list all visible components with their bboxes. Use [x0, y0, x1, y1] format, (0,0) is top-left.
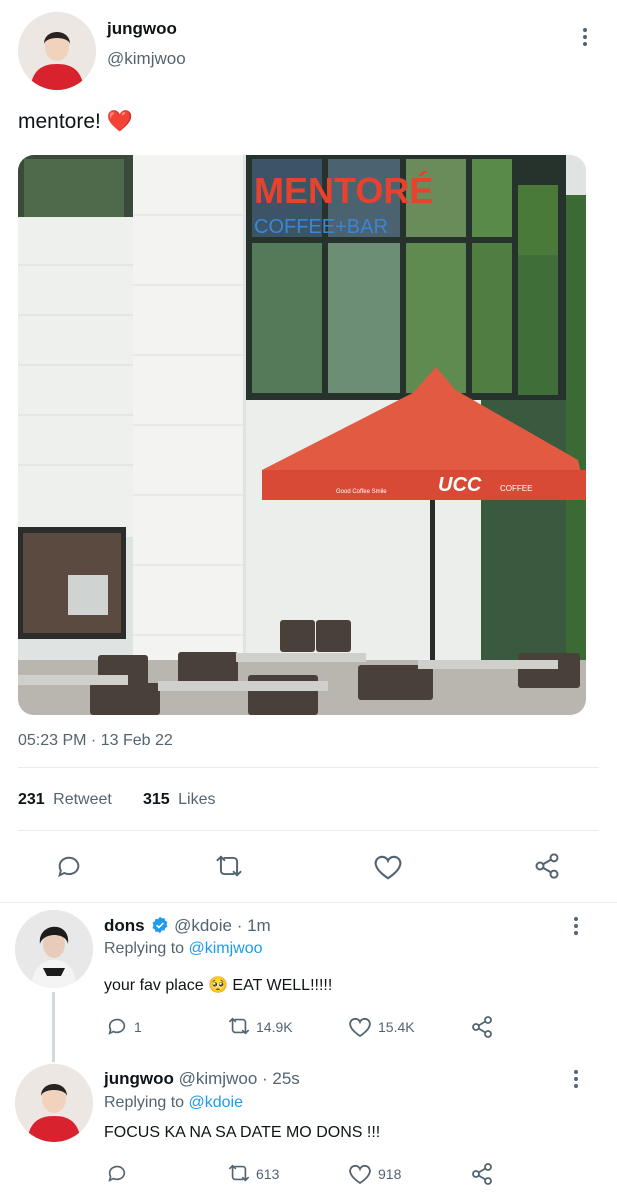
reply-2-replying-to[interactable]: @kdoie: [189, 1094, 244, 1111]
retweet-icon[interactable]: [214, 852, 244, 880]
reply-1-replying-to[interactable]: @kimjwoo: [189, 940, 263, 957]
reply-1-reply-icon[interactable]: [106, 1015, 128, 1037]
reply-1-name[interactable]: dons: [104, 916, 145, 935]
reply-2-header: jungwoo @kimjwoo · 25s: [104, 1069, 300, 1089]
svg-text:COFFEE: COFFEE: [500, 484, 532, 493]
tweet-text-body: mentore!: [18, 110, 101, 133]
like-icon[interactable]: [373, 853, 403, 881]
author-handle[interactable]: @kimjwoo: [107, 49, 186, 69]
retweets-count: 231: [18, 791, 45, 808]
reply-2-retweet-count: 613: [256, 1166, 280, 1182]
reply-2-handle[interactable]: @kimjwoo: [179, 1069, 258, 1088]
likes-count: 315: [143, 791, 170, 808]
retweets-label: Retweet: [53, 791, 112, 808]
reply-1-like-icon[interactable]: [348, 1016, 372, 1038]
reply-1-retweet-icon[interactable]: [227, 1015, 251, 1037]
reply-1-time: · 1m: [236, 916, 271, 935]
reply-2-replying: Replying to @kdoie: [104, 1094, 243, 1112]
storefront-sign: MENTORÉ: [254, 170, 433, 211]
reply-1-replying: Replying to @kimjwoo: [104, 940, 263, 958]
reply-2-avatar[interactable]: [15, 1064, 93, 1142]
reply-1-more-icon[interactable]: [574, 917, 578, 935]
storefront-subsign: COFFEE+BAR: [254, 216, 388, 238]
heart-emoji: ❤️: [106, 110, 133, 133]
tweet-text: mentore! ❤️: [18, 110, 133, 134]
reply-2-like-icon[interactable]: [348, 1163, 372, 1185]
reply-1-avatar[interactable]: [15, 910, 93, 988]
reply-2-time: · 25s: [262, 1069, 300, 1088]
reply-1-reply-count: 1: [134, 1019, 142, 1035]
tweet-photo[interactable]: MENTORÉ COFFEE+BAR UCC COFFEE Good Coffe…: [18, 155, 586, 715]
umbrella-brand: UCC: [438, 474, 482, 496]
svg-text:Good Coffee Smile: Good Coffee Smile: [336, 489, 387, 495]
reply-2-name[interactable]: jungwoo: [104, 1069, 174, 1088]
reply-1-header: dons @kdoie · 1m: [104, 916, 271, 939]
share-icon[interactable]: [533, 852, 561, 880]
reply-2-reply-icon[interactable]: [106, 1162, 128, 1184]
reply-2-share-icon[interactable]: [470, 1162, 494, 1186]
reply-2-replying-label: Replying to: [104, 1094, 185, 1111]
verified-badge-icon: [151, 916, 169, 939]
more-options-icon[interactable]: [583, 28, 587, 46]
retweets-stat[interactable]: 231 Retweet: [18, 791, 112, 809]
divider-bottom: [0, 902, 617, 903]
reply-1-replying-label: Replying to: [104, 940, 185, 957]
reply-1-text: your fav place 🥺 EAT WELL!!!!!: [104, 977, 333, 994]
reply-2-retweet-icon[interactable]: [227, 1162, 251, 1184]
reply-1-retweet-count: 14.9K: [256, 1019, 293, 1035]
reply-2-more-icon[interactable]: [574, 1070, 578, 1088]
thread-line: [52, 992, 55, 1062]
reply-2-text: FOCUS KA NA SA DATE MO DONS !!!: [104, 1124, 381, 1141]
divider-middle: [18, 830, 599, 831]
reply-icon[interactable]: [55, 852, 83, 880]
reply-1-like-count: 15.4K: [378, 1019, 415, 1035]
divider-top: [18, 767, 599, 768]
likes-stat[interactable]: 315 Likes: [143, 791, 216, 809]
cafe-photo-illustration: MENTORÉ COFFEE+BAR UCC COFFEE Good Coffe…: [18, 155, 586, 715]
author-avatar[interactable]: [18, 12, 96, 90]
reply-2-like-count: 918: [378, 1166, 402, 1182]
reply-1-share-icon[interactable]: [470, 1015, 494, 1039]
likes-label: Likes: [178, 791, 216, 808]
tweet-timestamp[interactable]: 05:23 PM · 13 Feb 22: [18, 732, 173, 750]
reply-1-handle[interactable]: @kdoie: [174, 916, 232, 935]
author-name[interactable]: jungwoo: [107, 19, 177, 39]
